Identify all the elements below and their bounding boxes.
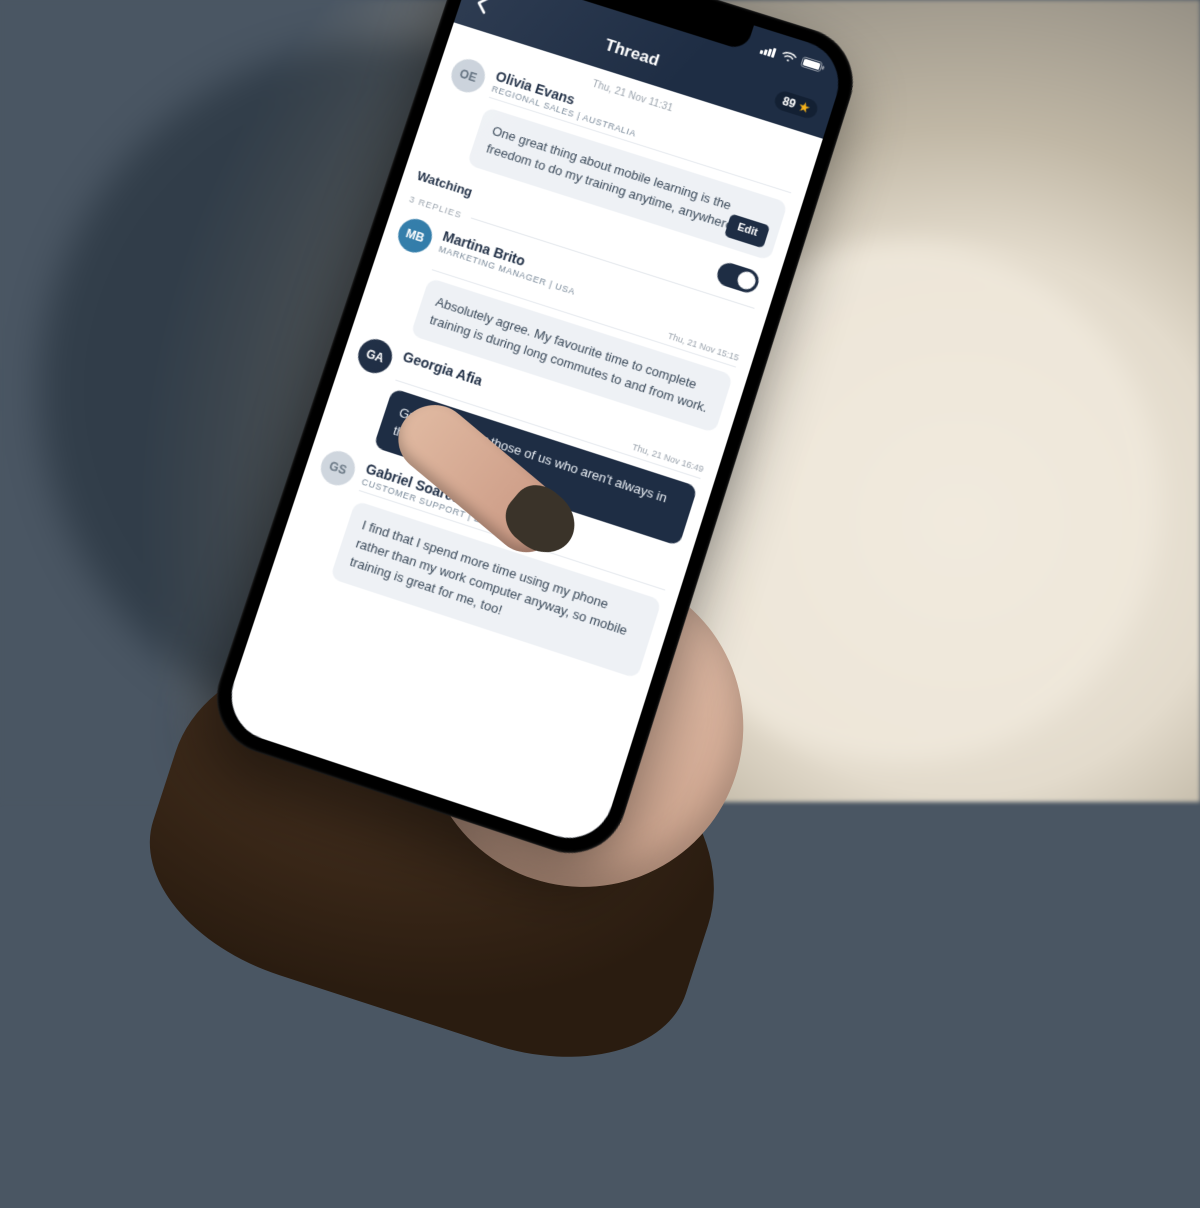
edit-button[interactable]: Edit bbox=[724, 213, 770, 248]
back-button[interactable] bbox=[470, 0, 493, 21]
star-count-badge[interactable]: 89 ★ bbox=[772, 89, 820, 121]
avatar[interactable]: GS bbox=[316, 447, 359, 490]
avatar[interactable]: MB bbox=[394, 214, 437, 256]
watching-toggle[interactable] bbox=[714, 260, 761, 295]
star-count: 89 bbox=[781, 94, 798, 111]
avatar[interactable]: OE bbox=[447, 55, 489, 96]
wifi-icon bbox=[780, 49, 797, 64]
cellular-icon bbox=[760, 43, 778, 58]
page-title: Thread bbox=[602, 35, 661, 70]
watching-label: Watching bbox=[415, 168, 474, 199]
avatar[interactable]: GA bbox=[354, 335, 397, 378]
star-icon: ★ bbox=[797, 99, 811, 115]
battery-icon bbox=[800, 56, 826, 73]
